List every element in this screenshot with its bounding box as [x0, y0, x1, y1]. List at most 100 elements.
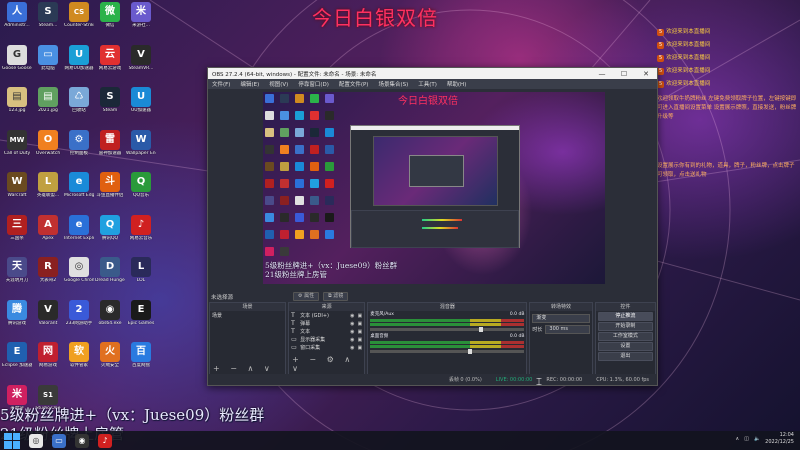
settings-button[interactable]: 设置: [597, 342, 653, 351]
visibility-eye-icon[interactable]: ◉: [350, 312, 354, 320]
desktop-icon[interactable]: 腾腾讯游戏: [2, 299, 32, 338]
source-item[interactable]: ▭ 显示器采集 ◉ ▣: [291, 336, 362, 344]
source-item[interactable]: T 文本 (GDI+) ◉ ▣: [291, 312, 362, 320]
duration-input[interactable]: 300 ms: [545, 325, 590, 334]
properties-button[interactable]: ⚙ 属性: [293, 292, 320, 301]
desktop-icon[interactable]: L LOL: [126, 257, 156, 295]
desktop-icon[interactable]: V Valorant: [33, 299, 63, 338]
desktop-icon[interactable]: 三三国杀: [2, 214, 32, 253]
studio-mode-button[interactable]: 工作室模式: [597, 332, 653, 341]
desktop-icon[interactable]: WWallpaper Engine: [126, 129, 156, 168]
visibility-eye-icon[interactable]: ◉: [350, 344, 354, 352]
volume-icon[interactable]: 🔈: [754, 436, 760, 442]
desktop-icon[interactable]: 米米游社...: [126, 2, 156, 40]
desktop-icon[interactable]: 软软件管家: [64, 342, 94, 380]
slider-knob[interactable]: [468, 349, 473, 354]
start-button[interactable]: [4, 432, 20, 449]
desktop-icon[interactable]: eInternet Explorer: [64, 214, 94, 253]
source-item[interactable]: ▭ 窗口采集 ◉ ▣: [291, 344, 362, 352]
scenes-dock-buttons[interactable]: + − ∧ ∨: [213, 364, 274, 373]
desktop-icon[interactable]: GGoose Goose Duck: [2, 44, 32, 83]
desktop-icon[interactable]: 天天涯明月刀: [2, 257, 32, 295]
taskbar-netease-music-icon[interactable]: ♪: [98, 433, 112, 448]
desktop-icon[interactable]: ◉ obs64.exe: [95, 299, 125, 338]
slider-knob[interactable]: [479, 327, 484, 332]
desktop-icon[interactable]: ♪ 网易云音乐: [126, 214, 156, 253]
visibility-eye-icon[interactable]: ◉: [350, 328, 354, 336]
desktop-icon[interactable]: Q QQ音乐: [126, 172, 156, 210]
taskbar-explorer-icon[interactable]: ▭: [52, 433, 66, 448]
desktop-icon[interactable]: ⚙ 控制面板: [64, 129, 94, 168]
obs-preview[interactable]: 今日白银双倍 5级粉丝牌进+（vx：Juese09）粉丝群 21级粉丝牌上房管: [263, 92, 605, 284]
lock-icon[interactable]: ▣: [358, 312, 363, 320]
desktop-icon[interactable]: W Warcraft: [2, 172, 32, 210]
desktop-icon[interactable]: ▤ 2021.jpg: [33, 87, 63, 125]
desktop-icon[interactable]: A Apex: [33, 214, 63, 253]
desktop-icon[interactable]: U 网易UU加速器: [64, 44, 94, 83]
stop-streaming-button[interactable]: 停止推流: [597, 312, 653, 321]
desktop-icon[interactable]: ▤ 123.jpg: [2, 87, 32, 125]
desktop-icon[interactable]: L 英雄联盟...: [33, 172, 63, 210]
lock-icon[interactable]: ▣: [358, 336, 363, 344]
desktop-icon[interactable]: 人 Administr...: [2, 2, 32, 40]
desktop-icon[interactable]: 斗斗鱼直播伴侣: [95, 172, 125, 210]
desktop-icon[interactable]: 火火绒安全: [95, 342, 125, 380]
desktop-icon[interactable]: e Microsoft Edge: [64, 172, 94, 210]
desktop-icon[interactable]: 云网易云游戏: [95, 44, 125, 83]
network-icon[interactable]: ◫: [744, 436, 749, 442]
obs-titlebar[interactable]: OBS 27.2.4 (64-bit, windows) - 配置文件: 未命名…: [208, 68, 657, 79]
sources-dock-buttons[interactable]: + − ⚙ ∧ ∨: [292, 355, 364, 373]
desktop-icon[interactable]: D Dread Hunger: [95, 257, 125, 295]
desktop-icon[interactable]: 微微信: [95, 2, 125, 40]
taskbar-obs-icon[interactable]: ◉: [75, 433, 89, 448]
obs-menu-item[interactable]: 停靠窗口(D): [298, 80, 329, 88]
clock[interactable]: 12:04 2022/12/25: [765, 432, 794, 446]
source-item[interactable]: T 弹幕 ◉ ▣: [291, 320, 362, 328]
lock-icon[interactable]: ▣: [358, 320, 363, 328]
desktop-icon[interactable]: U UU加速器: [126, 87, 156, 125]
desktop-icon[interactable]: MW Call of Duty: [2, 129, 32, 168]
obs-menu-item[interactable]: 配置文件(P): [339, 80, 369, 88]
visibility-eye-icon[interactable]: ◉: [350, 336, 354, 344]
source-item[interactable]: T 文本 ◉ ▣: [291, 328, 362, 336]
desktop-icon[interactable]: R 大表哥2: [33, 257, 63, 295]
desktop-icon[interactable]: 2 233网游助手: [64, 299, 94, 338]
volume-slider[interactable]: [370, 349, 525, 354]
desktop-icon[interactable]: CSCounter-Strike...: [64, 2, 94, 40]
desktop-icon[interactable]: S Steam: [95, 87, 125, 125]
desktop-icon[interactable]: O Overwatch: [33, 129, 63, 168]
desktop-icon[interactable]: ◎Google Chrome: [64, 257, 94, 295]
cpu-fps: CPU: 1.3%, 60.00 fps: [596, 376, 649, 383]
transition-type-select[interactable]: 渐变: [532, 314, 590, 323]
desktop-icon[interactable]: 网网易游戏: [33, 342, 63, 380]
desktop-icon[interactable]: 雷雷神加速器: [95, 129, 125, 168]
taskbar-chrome-icon[interactable]: ◎: [29, 433, 43, 448]
filters-button[interactable]: ⧉ 滤镜: [323, 292, 349, 301]
close-button[interactable]: ✕: [635, 70, 657, 78]
desktop-icon[interactable]: E Eclipse 加速器: [2, 342, 32, 380]
desktop-icon-label: 网易云游戏: [98, 65, 122, 71]
start-recording-button[interactable]: 开始录制: [597, 322, 653, 331]
desktop-icon[interactable]: 百百度网盘: [126, 342, 156, 380]
obs-menu-item[interactable]: 视图(V): [269, 80, 288, 88]
desktop-icon[interactable]: E Epic Games: [126, 299, 156, 338]
desktop-icon[interactable]: ♺ 回收站: [64, 87, 94, 125]
tray-arrow-icon[interactable]: ∧: [736, 436, 740, 442]
lock-icon[interactable]: ▣: [358, 328, 363, 336]
desktop-icon[interactable]: Q 腾讯QQ: [95, 214, 125, 253]
exit-button[interactable]: 退出: [597, 352, 653, 361]
desktop-icon[interactable]: ▭ 此电脑: [33, 44, 63, 83]
obs-menu-item[interactable]: 场景集合(S): [378, 80, 408, 88]
obs-menu-item[interactable]: 文件(F): [212, 80, 230, 88]
volume-slider[interactable]: [370, 327, 525, 332]
visibility-eye-icon[interactable]: ◉: [350, 320, 354, 328]
desktop-icon[interactable]: S Steam...: [33, 2, 63, 40]
maximize-button[interactable]: ☐: [613, 70, 635, 78]
obs-menu-item[interactable]: 编辑(E): [240, 80, 259, 88]
obs-menu-item[interactable]: 帮助(H): [447, 80, 466, 88]
obs-menu-item[interactable]: 工具(T): [418, 80, 437, 88]
desktop-icon[interactable]: V SteamVR...: [126, 44, 156, 83]
minimize-button[interactable]: —: [591, 70, 613, 78]
lock-icon[interactable]: ▣: [358, 344, 363, 352]
scene-item[interactable]: 场景: [212, 312, 283, 320]
